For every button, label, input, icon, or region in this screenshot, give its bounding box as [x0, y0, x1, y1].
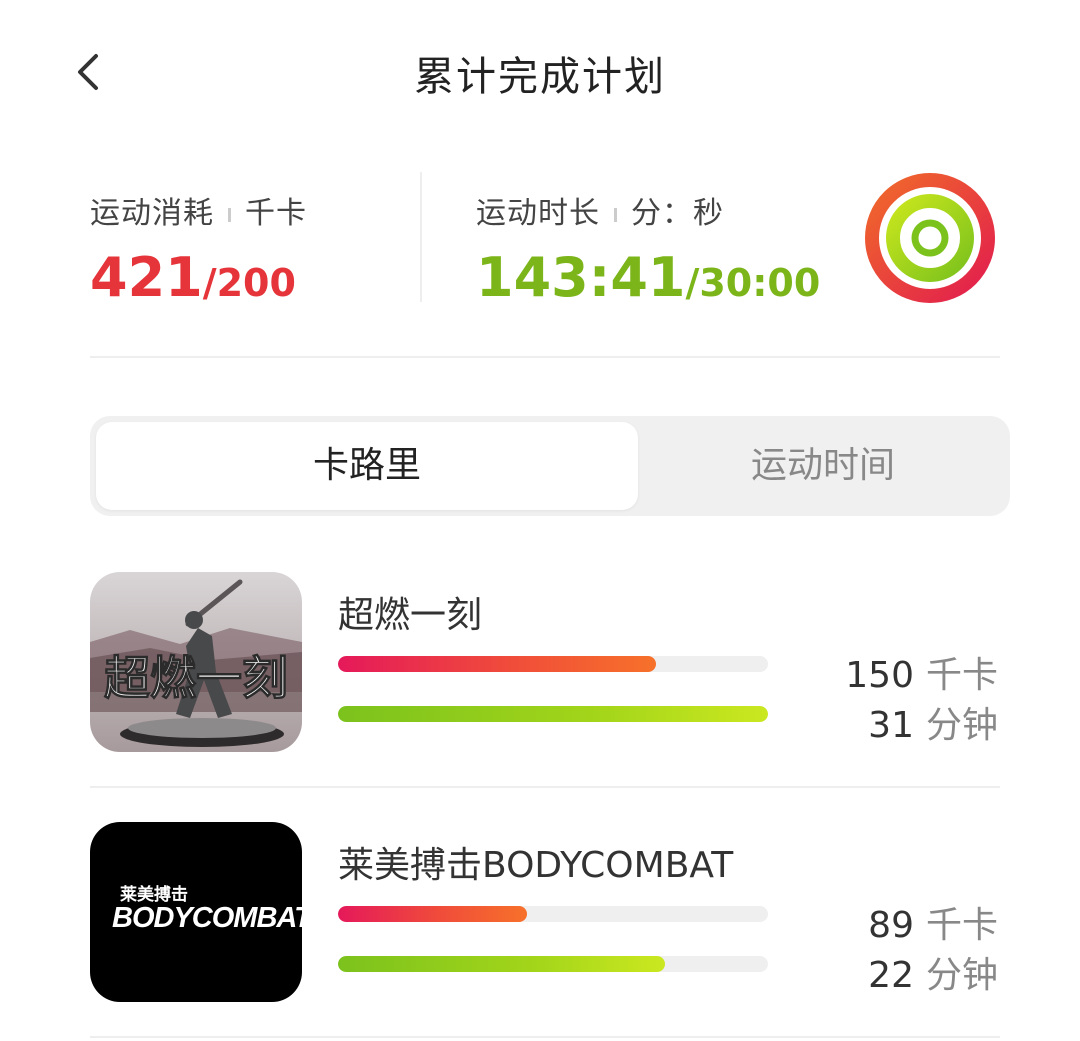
page-title: 累计完成计划 [414, 54, 666, 100]
calories-label-row: 运动消耗 千卡 [90, 188, 307, 232]
course-item[interactable]: 莱美搏击 BODYCOMBAT 莱美搏击BODYCOMBAT 89 千卡 22 分钟 [90, 822, 1010, 1002]
course-thumbnail-text: 超燃一刻 [104, 651, 288, 705]
minutes-number: 22 [868, 955, 914, 996]
calories-unit: 千卡 [245, 196, 307, 231]
duration-unit: 分：秒 [631, 196, 724, 231]
calories-number: 89 [868, 905, 914, 946]
minutes-progress-fill [338, 956, 665, 972]
course-minutes: 22 分钟 [868, 946, 998, 998]
course-calories: 89 千卡 [868, 896, 998, 948]
course-thumbnail[interactable]: 莱美搏击 BODYCOMBAT [90, 822, 302, 1002]
calories-progress-bar [338, 656, 768, 672]
label-separator [228, 207, 231, 222]
list-divider [90, 786, 1000, 788]
section-divider [90, 356, 1000, 358]
duration-value: 143:41 [476, 246, 686, 309]
duration-goal: /30:00 [685, 261, 821, 305]
duration-label: 运动时长 [476, 196, 600, 231]
activity-rings-icon [865, 173, 995, 303]
calories-value: 421 [90, 246, 203, 309]
calories-unit: 千卡 [925, 905, 998, 946]
minutes-progress-bar [338, 956, 768, 972]
calories-goal: /200 [202, 261, 296, 305]
calories-summary: 运动消耗 千卡 421/200 [90, 188, 307, 309]
calories-progress-bar [338, 906, 768, 922]
calories-progress-fill [338, 656, 657, 672]
duration-label-row: 运动时长 分：秒 [476, 188, 820, 232]
course-thumbnail-text-en: BODYCOMBAT [112, 902, 302, 934]
course-title[interactable]: 超燃一刻 [338, 586, 482, 638]
minutes-unit: 分钟 [925, 705, 998, 746]
stats-divider [420, 172, 422, 302]
minutes-progress-bar [338, 706, 768, 722]
calories-label: 运动消耗 [90, 196, 214, 231]
label-separator [614, 207, 617, 222]
calories-unit: 千卡 [925, 655, 998, 696]
minutes-unit: 分钟 [925, 955, 998, 996]
tab-calories[interactable]: 卡路里 [96, 422, 638, 510]
course-calories: 150 千卡 [845, 646, 998, 698]
course-title[interactable]: 莱美搏击BODYCOMBAT [338, 836, 733, 888]
list-divider [90, 1036, 1000, 1038]
calories-number: 150 [845, 655, 914, 696]
minutes-number: 31 [868, 705, 914, 746]
calories-value-row: 421/200 [90, 246, 307, 309]
minutes-progress-fill [338, 706, 768, 722]
course-minutes: 31 分钟 [868, 696, 998, 748]
duration-summary: 运动时长 分：秒 143:41/30:00 [476, 188, 820, 309]
calories-progress-fill [338, 906, 528, 922]
course-thumbnail[interactable]: 超燃一刻 [90, 572, 302, 752]
course-item[interactable]: 超燃一刻 超燃一刻 150 千卡 31 分钟 [90, 572, 1010, 752]
course-thumbnail-image: 超燃一刻 [90, 572, 302, 752]
duration-value-row: 143:41/30:00 [476, 246, 820, 309]
tab-exercise-time[interactable]: 运动时间 [642, 422, 1004, 510]
metric-tabs: 卡路里 运动时间 [90, 416, 1010, 516]
